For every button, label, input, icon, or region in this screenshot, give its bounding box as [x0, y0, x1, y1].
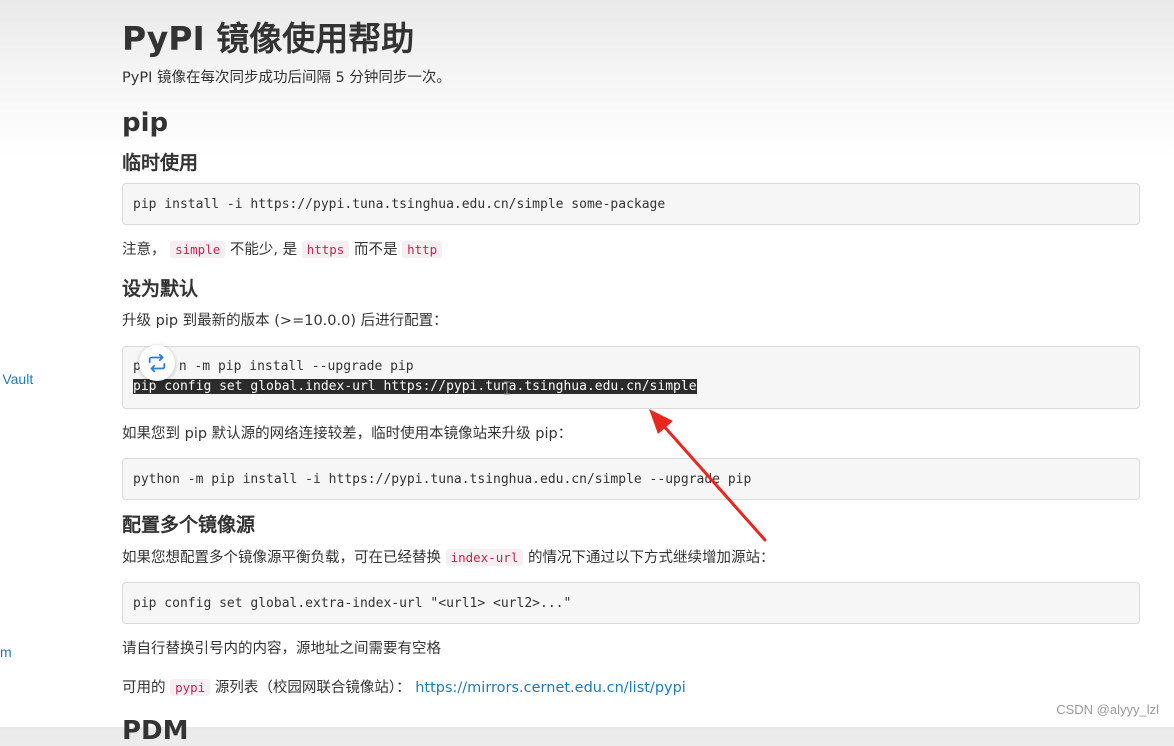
inline-code-index-url: index-url	[445, 549, 524, 566]
inline-code-https: https	[301, 241, 350, 258]
heading-multi-mirror: 配置多个镜像源	[122, 514, 256, 536]
code-block-set-default[interactable]: pn -m pip install --upgrade pip pip conf…	[122, 346, 1140, 409]
inline-code-simple: simple	[170, 241, 226, 258]
multi-mirror-text-prefix: 如果您想配置多个镜像源平衡负载，可在已经替换	[122, 550, 441, 566]
code-line-config-selected[interactable]: pip config set global.index-url https://…	[133, 379, 697, 394]
sidebar-item-vault[interactable]: Vault	[0, 371, 33, 387]
next-section-heading: PDM	[122, 716, 189, 746]
code-block-extra-index[interactable]: pip config set global.extra-index-url "<…	[122, 582, 1140, 624]
code-line: pip install -i https://pypi.tuna.tsinghu…	[133, 197, 666, 212]
section-heading-pip: pip	[122, 108, 169, 138]
mirror-list-prefix: 可用的	[122, 680, 166, 696]
heading-set-default: 设为默认	[122, 278, 199, 300]
page-subtitle: PyPI 镜像在每次同步成功后间隔 5 分钟同步一次。	[122, 70, 451, 86]
note-mid: 不能少, 是	[229, 242, 298, 258]
heading-temp-use: 临时使用	[122, 152, 199, 174]
code-line: python -m pip install -i https://pypi.tu…	[133, 472, 752, 487]
repeat-icon[interactable]	[139, 345, 175, 381]
mirror-list-line: 可用的 pypi 源列表（校园网联合镜像站）： https://mirrors.…	[122, 676, 686, 697]
text-cursor-icon	[504, 381, 510, 395]
page-title: PyPI 镜像使用帮助	[122, 19, 415, 58]
code-block-upgrade-pip[interactable]: python -m pip install -i https://pypi.tu…	[122, 458, 1140, 500]
note-prefix: 注意，	[122, 242, 166, 258]
watermark: CSDN @alyyy_lzl	[1056, 702, 1159, 717]
code-block-temp-install[interactable]: pip install -i https://pypi.tuna.tsinghu…	[122, 183, 1140, 225]
code-line-upgrade-end: n -m pip install --upgrade pip	[178, 359, 414, 374]
multi-mirror-text: 如果您想配置多个镜像源平衡负载，可在已经替换 index-url 的情况下通过以…	[122, 546, 774, 567]
repeat-icon-glyph	[148, 353, 166, 373]
set-default-text-2: 如果您到 pip 默认源的网络连接较差，临时使用本镜像站来升级 pip：	[122, 426, 573, 442]
code-line: pip config set global.extra-index-url "<…	[133, 596, 572, 611]
note-mid-2: 而不是	[353, 242, 398, 258]
code-line-upgrade: pn -m pip install --upgrade pip	[133, 359, 414, 374]
set-default-text: 升级 pip 到最新的版本 (>=10.0.0) 后进行配置：	[122, 313, 448, 329]
multi-mirror-note: 请自行替换引号内的内容，源地址之间需要有空格	[122, 641, 441, 657]
mirror-list-mid: 源列表（校园网联合镜像站）：	[214, 680, 411, 696]
inline-code-http: http	[402, 241, 443, 258]
temp-use-note: 注意， simple 不能少, 是 https 而不是 http	[122, 238, 443, 259]
selected-text[interactable]: pip config set global.index-url https://…	[133, 379, 697, 394]
multi-mirror-text-suffix: 的情况下通过以下方式继续增加源站：	[527, 550, 775, 566]
sidebar-item-fragment[interactable]: m	[0, 644, 12, 660]
inline-code-pypi: pypi	[170, 679, 211, 696]
mirror-list-link[interactable]: https://mirrors.cernet.edu.cn/list/pypi	[415, 680, 686, 696]
